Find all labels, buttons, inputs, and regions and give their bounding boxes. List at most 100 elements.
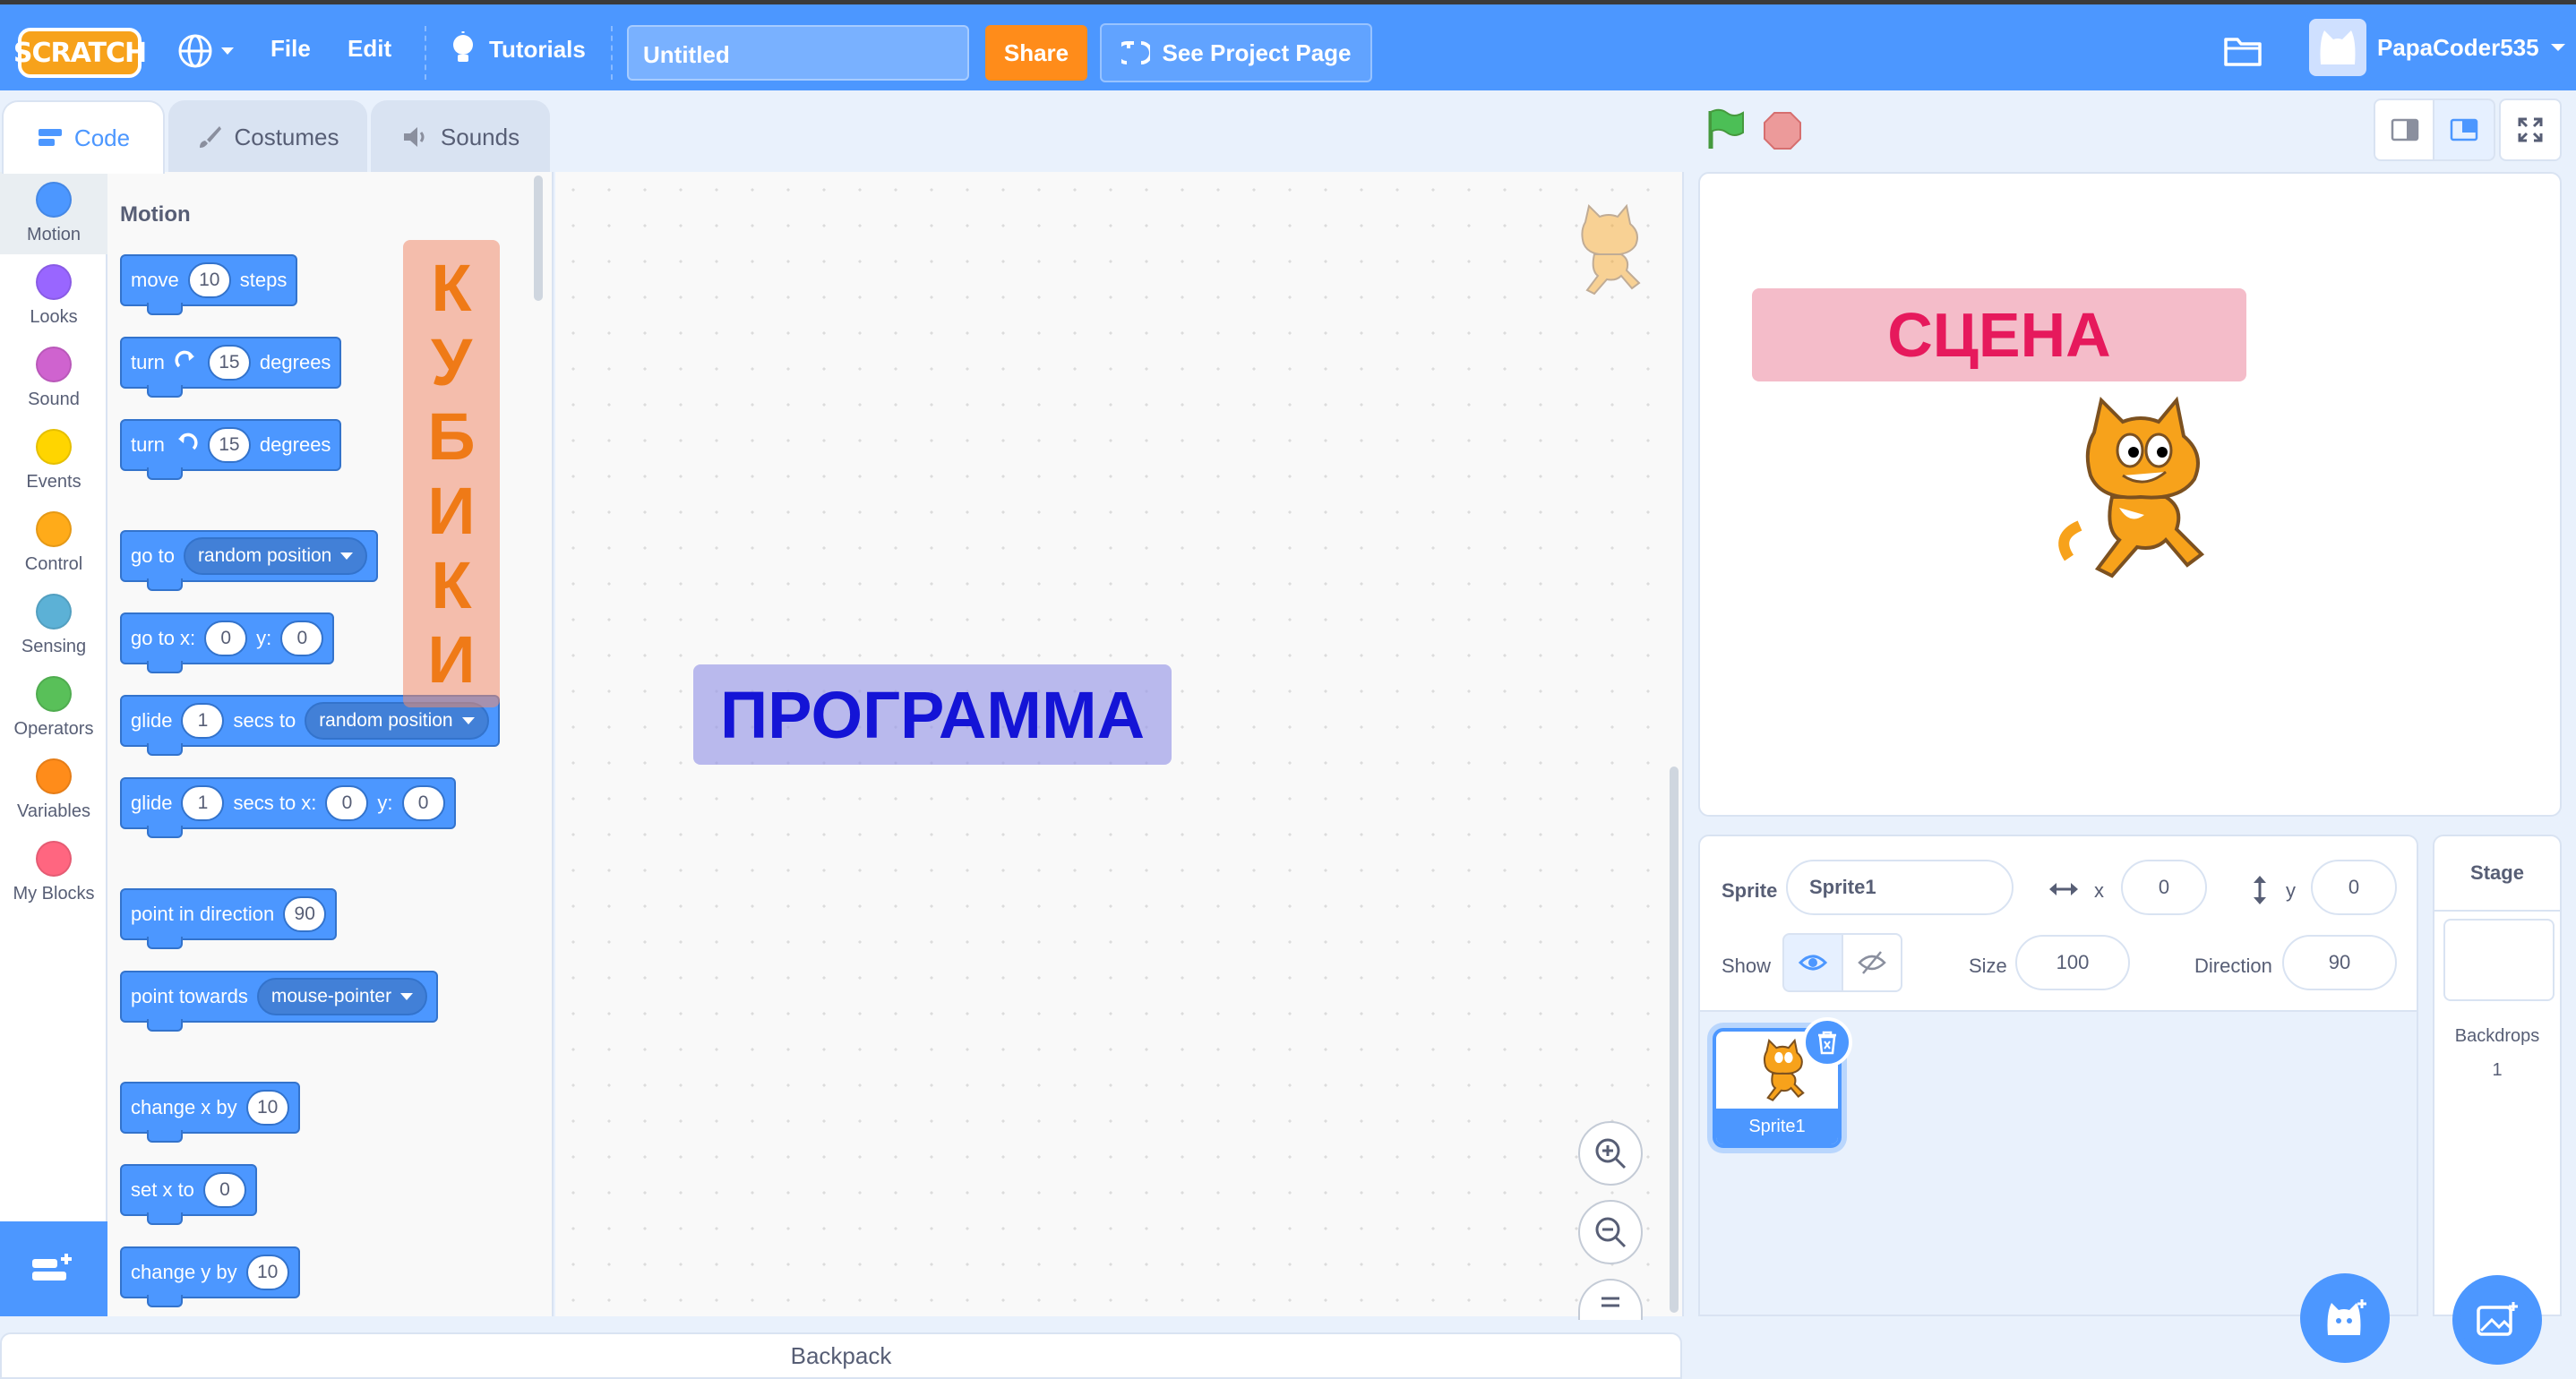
block-dropdown[interactable]: random position (305, 702, 489, 740)
language-menu[interactable] (177, 31, 236, 71)
sprite-cat-on-stage[interactable] (2040, 396, 2220, 584)
y-input[interactable]: 0 (2311, 860, 2397, 915)
tutorials-button[interactable]: Tutorials (448, 31, 586, 67)
annotation-programma: ПРОГРАММА (693, 664, 1172, 765)
category-sensing[interactable]: Sensing (0, 584, 107, 666)
category-sound[interactable]: Sound (0, 337, 107, 419)
edit-menu[interactable]: Edit (348, 35, 391, 63)
small-stage-button[interactable] (2374, 98, 2436, 161)
block-number-input[interactable]: 90 (283, 896, 327, 932)
choose-backdrop-button[interactable] (2452, 1275, 2542, 1365)
sprite-name-input[interactable]: Sprite1 (1786, 860, 2014, 915)
green-flag-icon[interactable] (1705, 107, 1747, 150)
add-extension-icon (32, 1254, 72, 1280)
horizontal-arrows-icon (2049, 883, 2078, 895)
see-project-page-button[interactable]: See Project Page (1100, 23, 1372, 82)
project-title-input[interactable]: Untitled (627, 25, 969, 81)
category-looks[interactable]: Looks (0, 254, 107, 337)
lightbulb-icon (453, 31, 473, 62)
menu-divider (611, 26, 613, 80)
block-text: secs to x: (233, 792, 317, 814)
category-events[interactable]: Events (0, 419, 107, 501)
fullscreen-icon (2518, 117, 2543, 142)
tab-costumes[interactable]: Costumes (168, 100, 367, 172)
block-number-input[interactable]: 0 (202, 1172, 246, 1208)
block-point-towards[interactable]: point towards mouse-pointer (120, 971, 439, 1032)
block-number-input[interactable]: 15 (207, 345, 251, 381)
choose-sprite-button[interactable] (2300, 1273, 2390, 1363)
block-number-input[interactable]: 10 (245, 1255, 289, 1290)
block-number-input[interactable]: 10 (187, 262, 231, 298)
block-number-input[interactable]: 10 (245, 1090, 289, 1126)
backdrop-thumbnail[interactable] (2443, 919, 2555, 1001)
annotation-letter: У (430, 324, 473, 399)
share-button[interactable]: Share (985, 25, 1087, 81)
stop-icon[interactable] (1763, 111, 1802, 150)
scratch-logo[interactable]: SCRATCH (13, 28, 147, 78)
block-turn-right[interactable]: turn 15 degrees (120, 337, 342, 398)
block-text: degrees (259, 351, 331, 373)
events-color-dot (36, 428, 72, 465)
backpack-header[interactable]: Backpack (0, 1332, 1682, 1379)
stage[interactable] (1698, 172, 2562, 817)
stage-selector[interactable]: Stage Backdrops 1 (2433, 835, 2562, 1365)
category-motion[interactable]: Motion (0, 172, 107, 254)
direction-input[interactable]: 90 (2282, 935, 2397, 990)
zoom-in-button[interactable] (1578, 1121, 1643, 1186)
block-dropdown[interactable]: random position (183, 537, 368, 575)
add-extension-button[interactable] (0, 1221, 107, 1316)
x-input[interactable]: 0 (2121, 860, 2207, 915)
block-text: point in direction (131, 903, 275, 925)
fullscreen-button[interactable] (2499, 98, 2562, 161)
tab-sounds[interactable]: Sounds (371, 100, 550, 172)
block-turn-left[interactable]: turn 15 degrees (120, 419, 342, 480)
block-change-y[interactable]: change y by 10 (120, 1246, 300, 1307)
block-number-input[interactable]: 0 (401, 785, 445, 821)
block-point-in-direction[interactable]: point in direction 90 (120, 888, 338, 949)
y-label: y (2286, 879, 2296, 902)
vertical-arrows-icon (2254, 876, 2266, 904)
script-scrollbar[interactable] (1670, 767, 1679, 1313)
tab-code[interactable]: Code (2, 100, 165, 174)
block-number-input[interactable]: 0 (204, 621, 248, 656)
my-stuff-folder-icon[interactable] (2223, 35, 2263, 67)
sprite-watermark-cat-icon (1581, 204, 1641, 296)
delete-sprite-button[interactable] (1802, 1017, 1852, 1067)
block-text: y: (377, 792, 393, 814)
category-my-blocks[interactable]: My Blocks (0, 831, 107, 913)
sprite-thumbnail-cat (1763, 1039, 1805, 1101)
remix-icon (1121, 41, 1150, 64)
category-label: Events (26, 471, 82, 492)
zoom-out-button[interactable] (1578, 1200, 1643, 1264)
show-sprite-button[interactable] (1782, 933, 1843, 992)
account-menu[interactable]: PapaCoder535 (2309, 19, 2566, 76)
hide-sprite-button[interactable] (1842, 933, 1902, 992)
normal-stage-button[interactable] (2433, 98, 2495, 161)
category-variables[interactable]: Variables (0, 749, 107, 831)
category-label: My Blocks (13, 883, 95, 904)
size-input[interactable]: 100 (2015, 935, 2130, 990)
block-number-input[interactable]: 15 (207, 427, 251, 463)
block-change-x[interactable]: change x by 10 (120, 1082, 300, 1143)
annotation-letter: К (431, 547, 472, 622)
rotate-right-icon (175, 350, 194, 368)
category-control[interactable]: Control (0, 501, 107, 584)
block-number-input[interactable]: 0 (325, 785, 369, 821)
chevron-down-icon (221, 47, 234, 55)
block-go-to[interactable]: go to random position (120, 530, 379, 591)
tutorials-label: Tutorials (489, 35, 586, 63)
palette-scrollbar[interactable] (534, 176, 543, 301)
category-operators[interactable]: Operators (0, 666, 107, 749)
category-label: Variables (17, 801, 90, 821)
block-go-to-xy[interactable]: go to x: 0 y: 0 (120, 612, 335, 673)
block-number-input[interactable]: 0 (280, 621, 324, 656)
block-number-input[interactable]: 1 (181, 785, 225, 821)
block-set-x[interactable]: set x to 0 (120, 1164, 257, 1225)
block-dropdown[interactable]: mouse-pointer (256, 978, 428, 1015)
zoom-reset-button[interactable] (1578, 1279, 1643, 1320)
block-number-input[interactable]: 1 (181, 703, 225, 739)
block-text: y: (256, 627, 272, 649)
block-glide-to-xy[interactable]: glide 1 secs to x: 0 y: 0 (120, 777, 456, 838)
block-move-steps[interactable]: move 10 steps (120, 254, 298, 315)
file-menu[interactable]: File (270, 35, 311, 63)
